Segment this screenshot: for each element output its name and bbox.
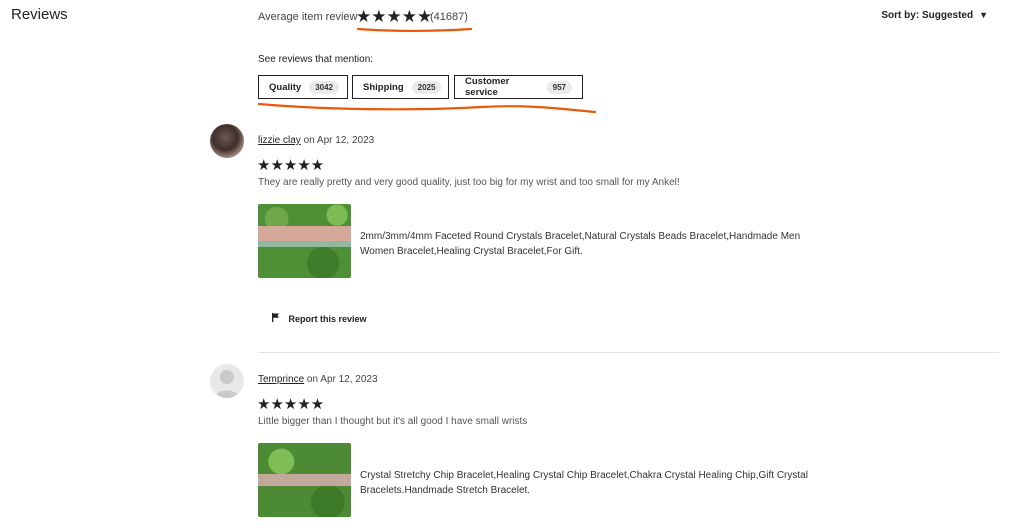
chip-label: Quality (269, 81, 302, 93)
chip-count: 957 (546, 80, 572, 94)
chevron-down-icon: ▼ (979, 10, 988, 20)
review-stars: ★★★★★ (257, 396, 325, 413)
review-text: Little bigger than I thought but it's al… (258, 416, 528, 427)
mentions-label: See reviews that mention: (258, 54, 374, 65)
filter-chip-shipping[interactable]: Shipping 2025 (352, 75, 449, 99)
product-title-link[interactable]: Crystal Stretchy Chip Bracelet,Healing C… (360, 468, 810, 498)
product-thumbnail[interactable] (258, 443, 351, 517)
average-review-label: Average item review (258, 11, 358, 23)
filter-chip-customer-service[interactable]: Customer service 957 (454, 75, 583, 99)
reviews-heading: Reviews (11, 6, 68, 23)
product-thumbnail[interactable] (258, 204, 351, 278)
review-meta: Temprince on Apr 12, 2023 (258, 374, 378, 385)
review-count: (41687) (430, 11, 468, 23)
avatar[interactable] (210, 124, 244, 158)
reviewer-name-link[interactable]: lizzie clay (258, 135, 301, 146)
product-title-link[interactable]: 2mm/3mm/4mm Faceted Round Crystals Brace… (360, 229, 810, 259)
avatar[interactable] (210, 364, 244, 398)
chip-count: 2025 (411, 80, 442, 94)
chip-count: 3042 (309, 80, 339, 94)
annotation-underline-chips (257, 102, 597, 114)
average-rating-stars: ★★★★★ (356, 7, 433, 26)
review-text: They are really pretty and very good qua… (258, 177, 680, 188)
sort-dropdown[interactable]: Sort by: Suggested ▼ (881, 10, 988, 21)
review-stars: ★★★★★ (257, 157, 325, 174)
review-date: on Apr 12, 2023 (300, 135, 375, 146)
chip-label: Shipping (363, 81, 404, 93)
review-meta: lizzie clay on Apr 12, 2023 (258, 135, 374, 146)
default-user-icon (215, 370, 239, 398)
sort-label: Sort by: Suggested (881, 10, 974, 21)
review-date: on Apr 12, 2023 (304, 374, 378, 385)
report-label: Report this review (288, 314, 367, 324)
annotation-underline-rating (356, 27, 473, 32)
review-divider (258, 352, 999, 353)
filter-chip-quality[interactable]: Quality 3042 (258, 75, 348, 99)
report-review-button[interactable]: Report this review (272, 313, 367, 324)
reviewer-name-link[interactable]: Temprince (258, 374, 304, 385)
chip-label: Customer service (465, 76, 510, 98)
flag-icon (272, 313, 282, 324)
